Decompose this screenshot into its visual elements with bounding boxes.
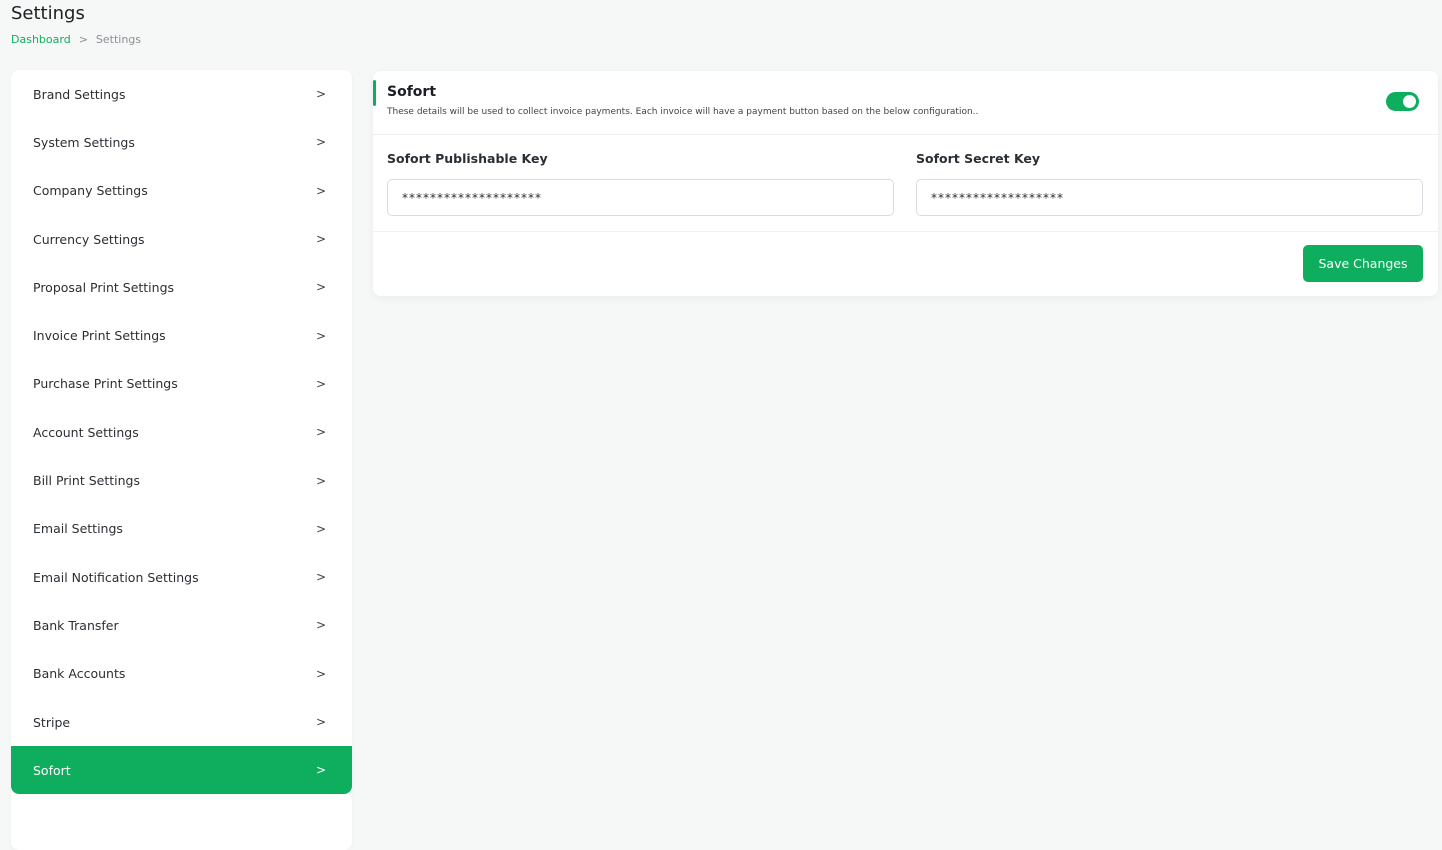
chevron-right-icon: >: [315, 87, 326, 102]
card-footer: Save Changes: [373, 232, 1438, 296]
breadcrumb-dashboard-link[interactable]: Dashboard: [11, 33, 71, 46]
secret-key-field: Sofort Secret Key: [916, 151, 1423, 216]
page-header: Settings Dashboard > Settings: [11, 3, 141, 46]
card-body: Sofort Publishable Key Sofort Secret Key: [373, 135, 1438, 232]
chevron-right-icon: >: [315, 715, 326, 729]
sidebar-item-label: Purchase Print Settings: [33, 376, 178, 392]
chevron-right-icon: >: [315, 328, 326, 343]
card-description: These details will be used to collect in…: [387, 107, 979, 117]
accent-bar: [373, 80, 376, 106]
sidebar-item-bill-print-settings[interactable]: Bill Print Settings >: [11, 456, 352, 504]
sidebar-item-bank-accounts[interactable]: Bank Accounts >: [11, 650, 352, 698]
sidebar-item-label: Sofort: [33, 762, 71, 778]
secret-key-input[interactable]: [916, 179, 1423, 216]
sidebar-item-system-settings[interactable]: System Settings >: [11, 118, 352, 166]
settings-sidebar: Brand Settings > System Settings > Compa…: [11, 70, 352, 850]
chevron-right-icon: >: [315, 232, 326, 247]
card-header: Sofort These details will be used to col…: [373, 71, 1438, 135]
save-changes-button[interactable]: Save Changes: [1303, 245, 1423, 282]
publishable-key-input[interactable]: [387, 179, 894, 216]
sidebar-item-bank-transfer[interactable]: Bank Transfer >: [11, 601, 352, 649]
sidebar-item-brand-settings[interactable]: Brand Settings >: [11, 70, 352, 118]
sidebar-item-purchase-print-settings[interactable]: Purchase Print Settings >: [11, 360, 352, 408]
sofort-enable-toggle[interactable]: [1386, 92, 1419, 111]
sidebar-item-currency-settings[interactable]: Currency Settings >: [11, 215, 352, 263]
sidebar-item-label: Account Settings: [33, 424, 139, 440]
chevron-right-icon: >: [315, 376, 326, 391]
chevron-right-icon: >: [315, 425, 326, 440]
card-title: Sofort: [387, 84, 437, 100]
chevron-right-icon: >: [315, 473, 326, 488]
publishable-key-field: Sofort Publishable Key: [387, 151, 894, 216]
chevron-right-icon: >: [315, 135, 326, 150]
sidebar-item-email-notification-settings[interactable]: Email Notification Settings >: [11, 553, 352, 601]
breadcrumb-current: Settings: [95, 33, 142, 46]
chevron-right-icon: >: [315, 618, 326, 633]
sidebar-item-label: Bill Print Settings: [33, 473, 140, 489]
sidebar-item-label: Email Settings: [33, 521, 123, 537]
chevron-right-icon: >: [315, 570, 326, 585]
secret-key-label: Sofort Secret Key: [916, 151, 1041, 166]
sidebar-item-label: Brand Settings: [33, 86, 126, 102]
chevron-right-icon: >: [315, 666, 326, 681]
sidebar-item-label: Currency Settings: [33, 231, 145, 247]
sidebar-item-sofort[interactable]: Sofort >: [11, 746, 352, 795]
sofort-settings-card: Sofort These details will be used to col…: [373, 71, 1438, 296]
chevron-right-icon: >: [315, 521, 326, 536]
sidebar-item-label: Invoice Print Settings: [33, 328, 166, 344]
chevron-right-icon: >: [315, 763, 326, 778]
chevron-right-icon: >: [315, 280, 326, 295]
sidebar-item-label: System Settings: [33, 134, 135, 150]
sidebar-item-company-settings[interactable]: Company Settings >: [11, 167, 352, 215]
sidebar-item-label: Stripe: [33, 714, 71, 730]
chevron-right-icon: >: [78, 33, 88, 46]
sidebar-item-stripe[interactable]: Stripe >: [11, 698, 352, 746]
page-title: Settings: [11, 3, 85, 24]
sidebar-item-label: Company Settings: [33, 183, 148, 199]
sidebar-item-label: Bank Transfer: [33, 617, 119, 633]
chevron-right-icon: >: [315, 183, 326, 198]
sidebar-item-proposal-print-settings[interactable]: Proposal Print Settings >: [11, 263, 352, 311]
sidebar-item-label: Proposal Print Settings: [33, 279, 175, 295]
toggle-knob: [1403, 95, 1416, 108]
sidebar-item-label: Bank Accounts: [33, 666, 126, 682]
publishable-key-label: Sofort Publishable Key: [387, 151, 548, 166]
breadcrumb: Dashboard > Settings: [11, 33, 141, 46]
sidebar-item-label: Email Notification Settings: [33, 569, 199, 585]
sidebar-item-account-settings[interactable]: Account Settings >: [11, 408, 352, 456]
sidebar-item-email-settings[interactable]: Email Settings >: [11, 505, 352, 553]
sidebar-item-invoice-print-settings[interactable]: Invoice Print Settings >: [11, 311, 352, 359]
